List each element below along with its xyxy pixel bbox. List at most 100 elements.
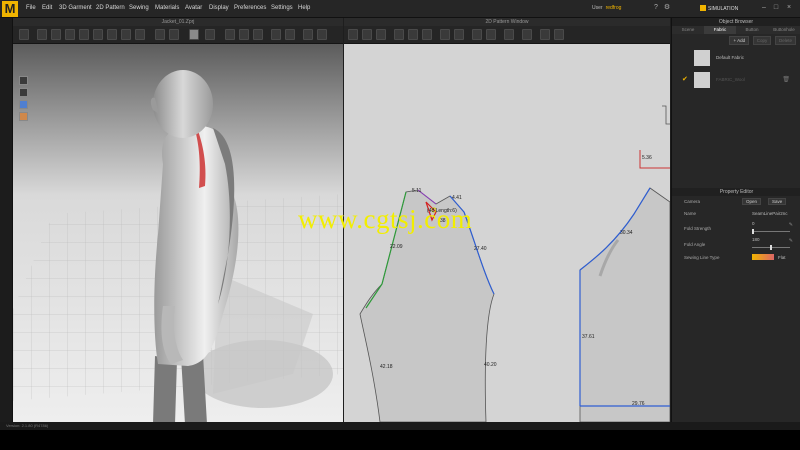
topstitch-icon[interactable] <box>522 29 532 40</box>
avatar-tool-icon[interactable] <box>155 29 165 40</box>
menu-avatar[interactable]: Avatar <box>185 5 202 11</box>
simulation-label: SIMULATION <box>708 6 739 12</box>
property-editor: Property Editor Camera Open Save Name Se… <box>672 188 800 264</box>
avatar-head <box>153 70 213 138</box>
menu-file[interactable]: File <box>26 5 36 11</box>
menu-materials[interactable]: Materials <box>155 5 179 11</box>
menu-help[interactable]: Help <box>298 5 310 11</box>
menu-3d-garment[interactable]: 3D Garment <box>59 5 92 11</box>
maximize-icon[interactable]: □ <box>772 4 780 12</box>
help-icon[interactable]: ? <box>652 4 660 12</box>
pin-tool-icon[interactable] <box>51 29 61 40</box>
right-panel: Object Browser Scene Fabric Button Butto… <box>671 18 800 422</box>
transform-pattern-icon[interactable] <box>362 29 372 40</box>
menu-sewing[interactable]: Sewing <box>129 5 149 11</box>
segment-sewing-icon[interactable] <box>472 29 482 40</box>
fabric-item[interactable]: ✔ FABRIC_Wool 🗑 <box>676 70 796 90</box>
edit-curve-icon[interactable] <box>376 29 386 40</box>
measure-label: 30.34 <box>620 230 633 236</box>
shape-tool-icon[interactable] <box>189 29 199 40</box>
fold-tool-icon[interactable] <box>79 29 89 40</box>
minimize-icon[interactable]: – <box>760 4 768 12</box>
lighting-icon[interactable] <box>317 29 327 40</box>
tape-tool-icon[interactable] <box>135 29 145 40</box>
2d-pattern-canvas[interactable]: 5.11 4.41 (48 Length:6) 38 22.09 27.40 4… <box>344 44 670 422</box>
delete-fabric-button[interactable]: Delete <box>774 36 796 45</box>
simulation-toggle[interactable]: SIMULATION <box>700 4 742 14</box>
shirt-icon[interactable] <box>271 29 281 40</box>
tab-scene[interactable]: Scene <box>672 26 704 34</box>
menu-preferences[interactable]: Preferences <box>234 5 266 11</box>
sewing-line-type-value[interactable]: Flat <box>778 255 786 260</box>
texture-icon[interactable] <box>285 29 295 40</box>
edit-icon[interactable]: ✎ <box>789 238 793 244</box>
fabric-swatch <box>694 50 710 66</box>
trim-tool-icon[interactable] <box>205 29 215 40</box>
internal-line-icon[interactable] <box>440 29 450 40</box>
tack-tool-icon[interactable] <box>65 29 75 40</box>
measure-label: 42.18 <box>380 364 393 370</box>
settings-gear-icon[interactable]: ⚙ <box>663 4 671 12</box>
fold-angle-row: Fold Angle 180 ✎ <box>672 236 800 252</box>
button-tool-icon[interactable] <box>107 29 117 40</box>
strain-map-icon[interactable] <box>253 29 263 40</box>
name-value[interactable]: SeamLinePair2nc <box>752 211 788 216</box>
transform-tool-icon[interactable] <box>37 29 47 40</box>
display-mode-icon[interactable] <box>19 100 28 109</box>
close-icon[interactable]: × <box>785 4 793 12</box>
fabric-item[interactable]: Default Fabric <box>676 48 796 68</box>
polygon-icon[interactable] <box>394 29 404 40</box>
measure-label: 22.09 <box>390 244 403 250</box>
user-prefix: User <box>592 5 603 11</box>
menu-2d-pattern[interactable]: 2D Pattern <box>96 5 125 11</box>
camera-open-button[interactable]: Open <box>742 198 762 205</box>
back-pattern-piece[interactable] <box>359 189 495 422</box>
measure-label: 27.40 <box>474 246 487 252</box>
3d-side-toolbar <box>19 76 28 124</box>
bottom-black-bar <box>0 430 800 450</box>
camera-view-icon[interactable] <box>303 29 313 40</box>
free-sewing-icon[interactable] <box>486 29 496 40</box>
rectangle-icon[interactable] <box>408 29 418 40</box>
garment-fit-icon[interactable] <box>225 29 235 40</box>
graphic-icon[interactable] <box>554 29 564 40</box>
circle-icon[interactable] <box>422 29 432 40</box>
version-text: Version: 2.1.80 (R4786) <box>6 423 49 428</box>
view-side-icon[interactable] <box>19 88 28 97</box>
menu-settings[interactable]: Settings <box>271 5 293 11</box>
2d-toolbar <box>344 26 670 44</box>
stress-map-icon[interactable] <box>239 29 249 40</box>
fold-angle-slider[interactable] <box>752 245 790 250</box>
camera-save-button[interactable]: Save <box>768 198 787 205</box>
measure-tool-icon[interactable] <box>93 29 103 40</box>
edit-pattern-icon[interactable] <box>348 29 358 40</box>
slider-knob[interactable] <box>770 245 772 250</box>
edit-icon[interactable]: ✎ <box>789 222 793 228</box>
fold-strength-slider[interactable] <box>752 229 790 234</box>
copy-fabric-button[interactable]: Copy <box>752 36 772 45</box>
avatar-display-icon[interactable] <box>19 112 28 121</box>
texture-edit-icon[interactable] <box>540 29 550 40</box>
fold-strength-label: Fold Strength <box>684 226 712 231</box>
arrangement-tool-icon[interactable] <box>169 29 179 40</box>
sewing-line-type-swatch[interactable] <box>752 254 774 260</box>
tab-fabric[interactable]: Fabric <box>704 26 736 34</box>
front-pattern-piece[interactable] <box>579 187 670 422</box>
view-front-icon[interactable] <box>19 76 28 85</box>
add-fabric-button[interactable]: + Add <box>729 36 750 45</box>
select-mesh-tool-icon[interactable] <box>19 29 29 40</box>
small-pattern-piece[interactable] <box>662 105 670 125</box>
slider-knob[interactable] <box>752 229 754 234</box>
trash-icon[interactable]: 🗑 <box>782 76 790 83</box>
3d-canvas[interactable] <box>13 44 343 422</box>
camera-label: Camera <box>684 199 701 204</box>
zipper-tool-icon[interactable] <box>121 29 131 40</box>
menu-edit[interactable]: Edit <box>42 5 52 11</box>
user-area[interactable]: User redfrog <box>592 5 621 11</box>
dart-icon[interactable] <box>454 29 464 40</box>
edit-sewing-icon[interactable] <box>504 29 514 40</box>
status-bar: Version: 2.1.80 (R4786) <box>0 422 800 430</box>
menu-display[interactable]: Display <box>209 5 229 11</box>
tab-button[interactable]: Button <box>736 26 768 34</box>
tab-buttonhole[interactable]: Buttonhole <box>768 26 800 34</box>
